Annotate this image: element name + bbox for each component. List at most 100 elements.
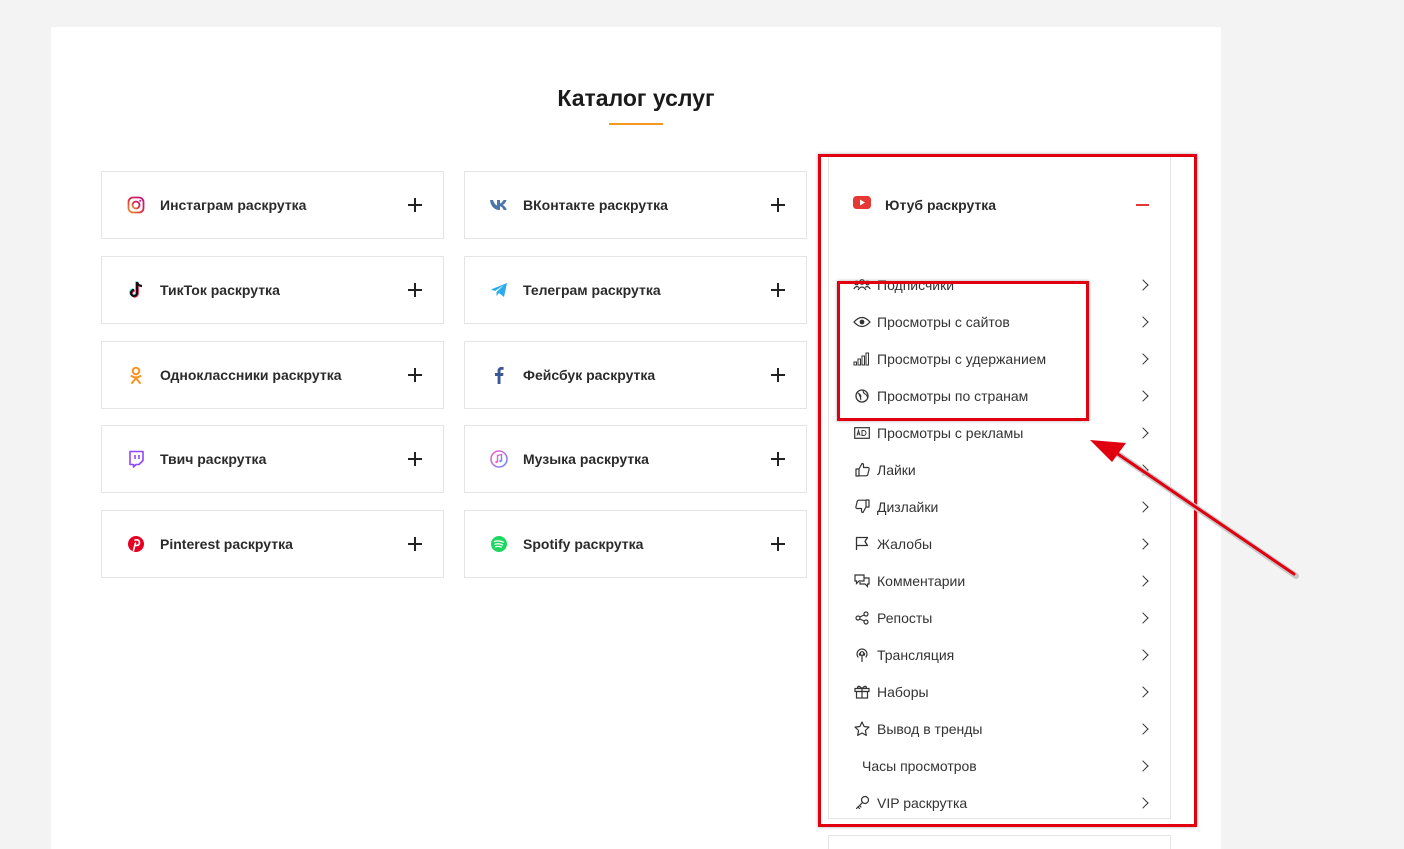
spotify-icon [489,534,509,554]
service-twitch[interactable]: Твич раскрутка [101,425,444,493]
next-service-card [828,835,1171,849]
service-instagram[interactable]: Инстаграм раскрутка [101,171,444,239]
service-pinterest[interactable]: Pinterest раскрутка [101,510,444,578]
vk-icon [489,195,509,215]
service-label: Фейсбук раскрутка [523,367,656,383]
plus-icon[interactable] [771,283,785,297]
collapse-icon[interactable] [1136,204,1149,206]
title-underline [609,123,663,125]
youtube-item-views-countries[interactable]: Просмотры по странам [853,377,1153,414]
service-tiktok[interactable]: ТикТок раскрутка [101,256,444,324]
chevron-right-icon [1137,352,1149,365]
telegram-icon [489,280,509,300]
comments-icon [853,572,871,590]
item-label: Просмотры по странам [877,387,1029,404]
service-label: Телеграм раскрутка [523,282,661,298]
thumbs-down-icon [853,498,871,516]
chevron-right-icon [1137,648,1149,661]
chevron-right-icon [1137,463,1149,476]
service-label: Твич раскрутка [160,451,267,467]
youtube-item-trends[interactable]: Вывод в тренды [853,710,1153,747]
flag-icon [853,535,871,553]
youtube-item-subscribers[interactable]: Подписчики [853,266,1153,303]
youtube-item-dislikes[interactable]: Дизлайки [853,488,1153,525]
eye-icon [853,313,871,331]
service-spotify[interactable]: Spotify раскрутка [464,510,807,578]
service-music[interactable]: Музыка раскрутка [464,425,807,493]
service-vk[interactable]: ВКонтакте раскрутка [464,171,807,239]
plus-icon[interactable] [408,537,422,551]
youtube-item-views-retention[interactable]: Просмотры с удержанием [853,340,1153,377]
instagram-icon [126,195,146,215]
plus-icon[interactable] [771,452,785,466]
service-odnoklassniki[interactable]: Одноклассники раскрутка [101,341,444,409]
thumbs-up-icon [853,461,871,479]
chevron-right-icon [1137,278,1149,291]
gift-icon [853,683,871,701]
youtube-item-likes[interactable]: Лайки [853,451,1153,488]
chevron-right-icon [1137,722,1149,735]
item-label: Дизлайки [877,498,939,515]
page-title: Каталог услуг [557,85,715,111]
chevron-right-icon [1137,611,1149,624]
star-icon [853,720,871,738]
service-facebook[interactable]: Фейсбук раскрутка [464,341,807,409]
youtube-item-views-sites[interactable]: Просмотры с сайтов [853,303,1153,340]
chevron-right-icon [1137,389,1149,402]
plus-icon[interactable] [408,283,422,297]
service-label: Музыка раскрутка [523,451,649,467]
service-label: Pinterest раскрутка [160,536,293,552]
item-label: Комментарии [877,572,966,589]
youtube-item-bundles[interactable]: Наборы [853,673,1153,710]
signal-bars-icon [853,350,871,368]
odnoklassniki-icon [126,365,146,385]
youtube-item-comments[interactable]: Комментарии [853,562,1153,599]
chevron-right-icon [1137,796,1149,809]
service-label: ВКонтакте раскрутка [523,197,668,213]
chevron-right-icon [1137,426,1149,439]
item-label: Репосты [877,609,933,626]
chevron-right-icon [1137,500,1149,513]
broadcast-icon [853,646,871,664]
youtube-item-reposts[interactable]: Репосты [853,599,1153,636]
youtube-item-broadcast[interactable]: Трансляция [853,636,1153,673]
item-label: Трансляция [877,646,955,663]
youtube-service-panel: Ютуб раскрутка Подписчики Просмотры с са… [828,154,1171,819]
youtube-item-views-ads[interactable]: Просмотры с рекламы [853,414,1153,451]
key-icon [853,794,871,812]
item-label: Просмотры с сайтов [877,313,1010,330]
chevron-right-icon [1137,537,1149,550]
chevron-right-icon [1137,759,1149,772]
ad-icon [853,424,871,442]
service-label: Одноклассники раскрутка [160,367,342,383]
youtube-service-header[interactable]: Ютуб раскрутка [829,155,1170,255]
plus-icon[interactable] [408,368,422,382]
plus-icon[interactable] [771,198,785,212]
youtube-item-reports[interactable]: Жалобы [853,525,1153,562]
item-label: Просмотры с рекламы [877,424,1024,441]
chevron-right-icon [1137,315,1149,328]
youtube-icon [853,196,871,214]
youtube-item-watch-hours[interactable]: Часы просмотров [853,747,1153,784]
chevron-right-icon [1137,574,1149,587]
item-label: Наборы [877,683,929,700]
twitch-icon [126,449,146,469]
pinterest-icon [126,534,146,554]
plus-icon[interactable] [771,537,785,551]
music-icon [489,449,509,469]
plus-icon[interactable] [408,198,422,212]
item-label: Жалобы [877,535,933,552]
globe-icon [853,387,871,405]
service-telegram[interactable]: Телеграм раскрутка [464,256,807,324]
youtube-item-vip[interactable]: VIP раскрутка [853,784,1153,821]
chevron-right-icon [1137,685,1149,698]
plus-icon[interactable] [771,368,785,382]
youtube-service-label: Ютуб раскрутка [885,197,997,213]
share-icon [853,609,871,627]
item-label: VIP раскрутка [877,794,968,811]
item-label: Подписчики [877,276,955,293]
service-label: ТикТок раскрутка [160,282,280,298]
item-label: Часы просмотров [862,757,977,774]
catalog-page: Каталог услуг Инстаграм раскрутка ТикТок… [51,27,1221,849]
plus-icon[interactable] [408,452,422,466]
